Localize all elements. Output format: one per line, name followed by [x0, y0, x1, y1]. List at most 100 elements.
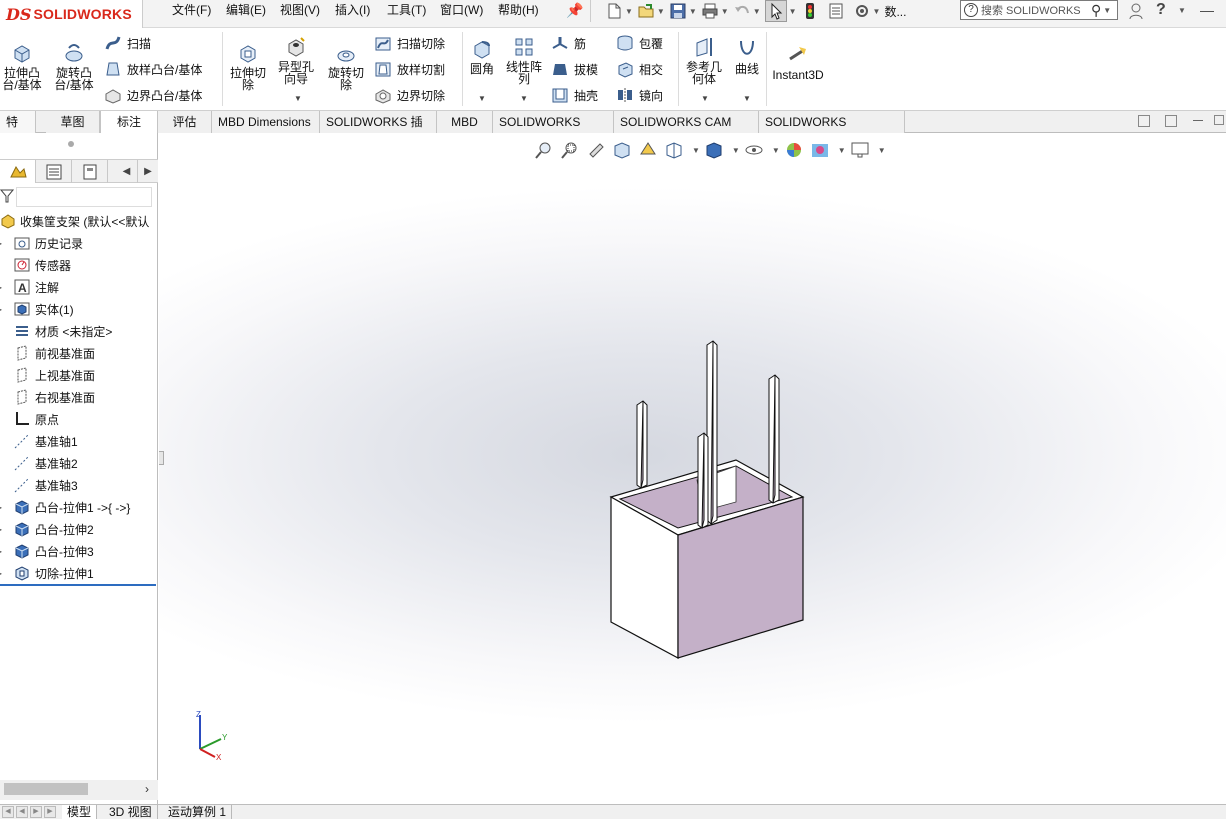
help-icon[interactable]: ? — [1156, 1, 1166, 19]
undo-icon[interactable] — [733, 2, 751, 20]
last-tab-icon[interactable]: ▶ — [44, 806, 56, 818]
tree-item[interactable]: ▸ 切除-拉伸1 — [0, 563, 94, 583]
extrude-cut-button[interactable]: 拉伸切 除 — [226, 42, 270, 91]
chevron-down-icon[interactable]: ▼ — [873, 7, 881, 16]
next-tab-icon[interactable]: ▶ — [30, 806, 42, 818]
graphics-area[interactable]: ▼ ▼ ▼ ▼ ▼ Z Y X — [159, 133, 1226, 804]
tree-item[interactable]: ▸ 实体(1) — [0, 299, 74, 319]
menu-edit[interactable]: 编辑(E) — [226, 0, 266, 20]
chevron-down-icon[interactable]: ▼ — [625, 7, 633, 16]
mirror-button[interactable]: 镜向 — [616, 85, 663, 105]
lofted-cut-button[interactable]: 放样切割 — [374, 59, 445, 79]
property-manager-tab-icon[interactable] — [36, 160, 72, 183]
pin-icon[interactable]: 📌 — [566, 2, 583, 19]
model-3d-render[interactable] — [159, 133, 1226, 804]
maximize-pane-icon[interactable] — [1214, 115, 1224, 125]
chevron-down-icon[interactable]: ▼ — [701, 94, 709, 103]
search-icon[interactable]: ⚲ — [1091, 2, 1101, 19]
loft-button[interactable]: 放样凸台/基体 — [104, 59, 202, 79]
chevron-down-icon[interactable]: ▼ — [789, 7, 797, 16]
expand-arrow-icon[interactable]: ▸ — [0, 305, 6, 314]
curves-button[interactable]: 曲线 — [730, 38, 764, 75]
tab-sketch[interactable]: 草图 — [46, 111, 100, 133]
menu-view[interactable]: 视图(V) — [280, 0, 320, 20]
draft-button[interactable]: 拔模 — [551, 59, 598, 79]
tree-item[interactable]: 前视基准面 — [0, 343, 95, 363]
truncated-toolbar-label[interactable]: 数... — [884, 3, 906, 20]
search-input[interactable]: 搜索 SOLIDWORKS — [981, 2, 1091, 18]
fillet-button[interactable]: 圆角 — [466, 38, 498, 75]
intersect-button[interactable]: 相交 — [616, 59, 663, 79]
minimize-icon[interactable]: — — [1200, 2, 1214, 18]
chevron-down-icon[interactable]: ▼ — [721, 7, 729, 16]
tab-scroll-right-icon[interactable]: ▶ — [138, 160, 158, 183]
tree-item[interactable]: ▸ 凸台-拉伸1 ->{ ->} — [0, 497, 130, 517]
tab-evaluate[interactable]: 评估 — [158, 111, 212, 133]
instant3d-button[interactable]: Instant3D — [770, 44, 826, 81]
tree-item[interactable]: ▸ 凸台-拉伸3 — [0, 541, 94, 561]
menu-file[interactable]: 文件(F) — [172, 0, 211, 20]
tree-item[interactable]: 传感器 — [0, 255, 71, 275]
expand-arrow-icon[interactable]: ▸ — [0, 569, 6, 578]
tab-features[interactable]: 特征 — [0, 111, 36, 151]
tab-mbd[interactable]: MBD — [437, 111, 493, 133]
sweep-button[interactable]: 扫描 — [104, 33, 151, 53]
options-gear-icon[interactable] — [853, 2, 871, 20]
chevron-down-icon[interactable]: ▼ — [1103, 6, 1111, 15]
tree-item[interactable]: 基准轴2 — [0, 453, 78, 473]
first-tab-icon[interactable]: ◀ — [2, 806, 14, 818]
prev-tab-icon[interactable]: ◀ — [16, 806, 28, 818]
tab-mbd-dimensions[interactable]: MBD Dimensions — [212, 111, 320, 133]
new-document-icon[interactable] — [605, 2, 623, 20]
tab-3d-views[interactable]: 3D 视图 — [104, 805, 158, 819]
horizontal-scrollbar[interactable]: › — [0, 780, 158, 800]
filter-icon[interactable] — [0, 189, 15, 206]
expand-arrow-icon[interactable]: ▸ — [0, 525, 6, 534]
tree-root[interactable]: 收集筐支架 (默认<<默认 — [0, 211, 149, 231]
chevron-down-icon[interactable]: ▼ — [743, 94, 751, 103]
filter-input[interactable] — [16, 187, 152, 207]
tab-solidworks-inspection[interactable]: SOLIDWORKS Inspection — [759, 111, 905, 151]
tree-item[interactable]: ▸ A 注解 — [0, 277, 59, 297]
expand-arrow-icon[interactable]: ▸ — [0, 503, 6, 512]
expand-arrow-icon[interactable]: ▸ — [0, 283, 6, 292]
chevron-down-icon[interactable]: ▼ — [657, 7, 665, 16]
open-document-icon[interactable] — [637, 2, 655, 20]
linear-pattern-button[interactable]: 线性阵 列 — [502, 36, 546, 85]
feature-manager-tab-icon[interactable] — [0, 160, 36, 183]
rebuild-traffic-light-icon[interactable] — [801, 2, 819, 20]
select-cursor-icon[interactable] — [764, 0, 787, 22]
chevron-down-icon[interactable]: ▼ — [689, 7, 697, 16]
tree-item[interactable]: ▸ 凸台-拉伸2 — [0, 519, 94, 539]
tile-pane-icon[interactable] — [1165, 115, 1177, 127]
swept-cut-button[interactable]: 扫描切除 — [374, 33, 445, 53]
hole-wizard-button[interactable]: 异型孔 向导 — [274, 36, 318, 85]
configuration-manager-tab-icon[interactable] — [72, 160, 108, 183]
tab-scroll-left-icon[interactable]: ◀ — [116, 160, 138, 183]
tree-item[interactable]: 右视基准面 — [0, 387, 95, 407]
file-properties-icon[interactable] — [827, 2, 845, 20]
chevron-down-icon[interactable]: ▼ — [294, 94, 302, 103]
search-box[interactable]: ? 搜索 SOLIDWORKS ⚲ ▼ — [960, 0, 1118, 20]
panel-grip-dot[interactable] — [68, 141, 74, 147]
boundary-cut-button[interactable]: 边界切除 — [374, 85, 445, 105]
scroll-right-icon[interactable]: › — [145, 782, 149, 796]
tree-item[interactable]: 原点 — [0, 409, 59, 429]
tab-solidworks-addins[interactable]: SOLIDWORKS 插件 — [320, 111, 437, 151]
chevron-down-icon[interactable]: ▼ — [520, 94, 528, 103]
panel-collapse-handle[interactable] — [159, 451, 164, 465]
tab-solidworks-cam[interactable]: SOLIDWORKS CAM — [493, 111, 614, 151]
revolve-boss-button[interactable]: 旋转凸 台/基体 — [52, 42, 96, 91]
user-icon[interactable] — [1128, 2, 1144, 23]
tree-item[interactable]: 基准轴3 — [0, 475, 78, 495]
minimize-pane-icon[interactable] — [1193, 120, 1203, 121]
revolve-cut-button[interactable]: 旋转切 除 — [323, 42, 369, 91]
solidworks-logo[interactable]: DS SOLIDWORKS — [0, 0, 143, 28]
boundary-boss-button[interactable]: 边界凸台/基体 — [104, 85, 202, 105]
chevron-down-icon[interactable]: ▼ — [753, 7, 761, 16]
chevron-down-icon[interactable]: ▼ — [478, 94, 486, 103]
scrollbar-thumb[interactable] — [4, 783, 88, 795]
chevron-down-icon[interactable]: ▼ — [1178, 6, 1186, 15]
tree-item[interactable]: ▸ 历史记录 — [0, 233, 83, 253]
restore-pane-icon[interactable] — [1138, 115, 1150, 127]
